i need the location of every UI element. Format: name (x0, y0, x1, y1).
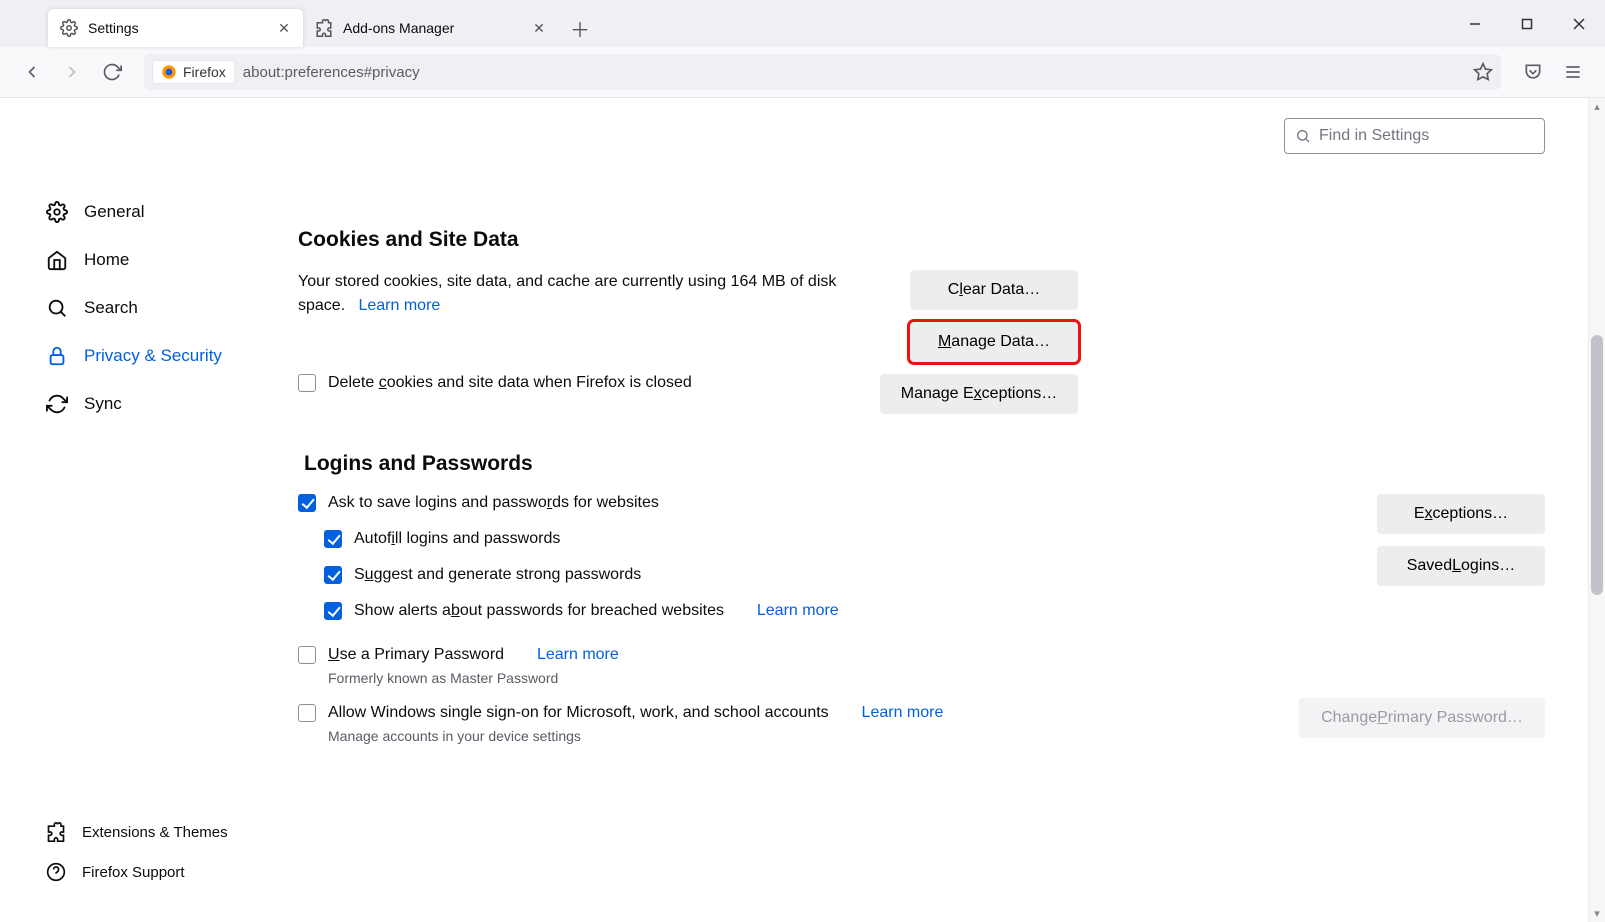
sidebar-item-label: Extensions & Themes (82, 824, 228, 841)
sidebar-item-label: Firefox Support (82, 864, 185, 881)
checkbox-icon (298, 494, 316, 512)
gear-icon (60, 19, 78, 37)
sidebar-item-sync[interactable]: Sync (0, 380, 278, 428)
scroll-down-icon[interactable]: ▾ (1589, 905, 1605, 922)
change-primary-password-button: Change Primary Password… (1299, 698, 1545, 738)
saved-logins-button[interactable]: Saved Logins… (1377, 546, 1545, 586)
window-controls (1449, 0, 1605, 47)
maximize-button[interactable] (1501, 4, 1553, 44)
puzzle-icon (315, 19, 333, 37)
app-menu-button[interactable] (1555, 54, 1591, 90)
minimize-button[interactable] (1449, 4, 1501, 44)
settings-search-input[interactable]: Find in Settings (1284, 118, 1545, 154)
primary-password-checkbox[interactable]: Use a Primary Password Learn more (298, 646, 1285, 664)
close-icon[interactable]: ✕ (530, 19, 548, 37)
password-exceptions-button[interactable]: Exceptions… (1377, 494, 1545, 534)
logins-section: Logins and Passwords Ask to save logins … (298, 452, 1545, 744)
reload-button[interactable] (94, 54, 130, 90)
logins-title: Logins and Passwords (304, 452, 1545, 476)
autofill-checkbox[interactable]: Autofill logins and passwords (324, 530, 1285, 548)
suggest-passwords-checkbox[interactable]: Suggest and generate strong passwords (324, 566, 1285, 584)
scroll-up-icon[interactable]: ▴ (1589, 98, 1605, 115)
search-icon (1295, 128, 1311, 144)
sso-note: Manage accounts in your device settings (328, 728, 1285, 744)
tab-addons[interactable]: Add-ons Manager ✕ (303, 9, 558, 47)
breach-learn-more-link[interactable]: Learn more (757, 602, 839, 620)
tab-label: Add-ons Manager (343, 20, 454, 36)
checkbox-icon (298, 374, 316, 392)
sidebar-item-privacy[interactable]: Privacy & Security (0, 332, 278, 380)
vertical-scrollbar[interactable]: ▴ ▾ (1588, 98, 1605, 922)
checkbox-icon (298, 704, 316, 722)
checkbox-icon (324, 602, 342, 620)
tab-settings[interactable]: Settings ✕ (48, 9, 303, 47)
pocket-button[interactable] (1515, 54, 1551, 90)
firefox-logo-icon (161, 64, 177, 80)
sidebar-item-label: General (84, 202, 144, 222)
sidebar-item-home[interactable]: Home (0, 236, 278, 284)
manage-exceptions-button[interactable]: Manage Exceptions… (880, 374, 1078, 414)
primary-learn-more-link[interactable]: Learn more (537, 646, 619, 664)
manage-data-button[interactable]: Manage Data… (910, 322, 1078, 362)
search-placeholder: Find in Settings (1319, 127, 1429, 145)
cookies-section: Cookies and Site Data Your stored cookie… (298, 228, 1545, 392)
close-icon[interactable]: ✕ (275, 19, 293, 37)
sidebar-support[interactable]: Firefox Support (0, 852, 278, 892)
sidebar-item-search[interactable]: Search (0, 284, 278, 332)
checkbox-icon (298, 646, 316, 664)
checkbox-icon (324, 566, 342, 584)
close-window-button[interactable] (1553, 4, 1605, 44)
navigation-toolbar: Firefox about:preferences#privacy (0, 47, 1605, 98)
ask-save-checkbox[interactable]: Ask to save logins and passwords for web… (298, 494, 1285, 512)
sidebar-extensions[interactable]: Extensions & Themes (0, 812, 278, 852)
sidebar-item-label: Search (84, 298, 138, 318)
sidebar-item-label: Home (84, 250, 129, 270)
clear-data-button[interactable]: Clear Data… (910, 270, 1078, 310)
back-button[interactable] (14, 54, 50, 90)
sidebar-item-general[interactable]: General (0, 188, 278, 236)
new-tab-button[interactable]: ＋ (564, 12, 596, 44)
identity-label: Firefox (183, 64, 226, 80)
cookies-learn-more-link[interactable]: Learn more (358, 297, 440, 314)
preferences-sidebar: General Home Search Privacy & Security S… (0, 98, 278, 922)
bookmark-star-icon[interactable] (1473, 62, 1493, 82)
identity-box[interactable]: Firefox (152, 60, 235, 84)
windows-sso-checkbox[interactable]: Allow Windows single sign-on for Microso… (298, 704, 1285, 722)
address-bar[interactable]: Firefox about:preferences#privacy (144, 54, 1501, 90)
checkbox-icon (324, 530, 342, 548)
primary-password-note: Formerly known as Master Password (328, 670, 1285, 686)
sidebar-item-label: Sync (84, 394, 122, 414)
forward-button[interactable] (54, 54, 90, 90)
preferences-main: Find in Settings Cookies and Site Data Y… (278, 98, 1605, 922)
sidebar-item-label: Privacy & Security (84, 346, 222, 366)
preferences-content: General Home Search Privacy & Security S… (0, 98, 1605, 922)
tab-strip: Settings ✕ Add-ons Manager ✕ ＋ (0, 0, 1605, 47)
sso-learn-more-link[interactable]: Learn more (862, 704, 944, 722)
tab-label: Settings (88, 20, 139, 36)
breach-alerts-checkbox[interactable]: Show alerts about passwords for breached… (324, 602, 1285, 620)
url-text: about:preferences#privacy (243, 64, 420, 81)
cookies-title: Cookies and Site Data (298, 228, 1545, 252)
scrollbar-thumb[interactable] (1591, 335, 1603, 595)
